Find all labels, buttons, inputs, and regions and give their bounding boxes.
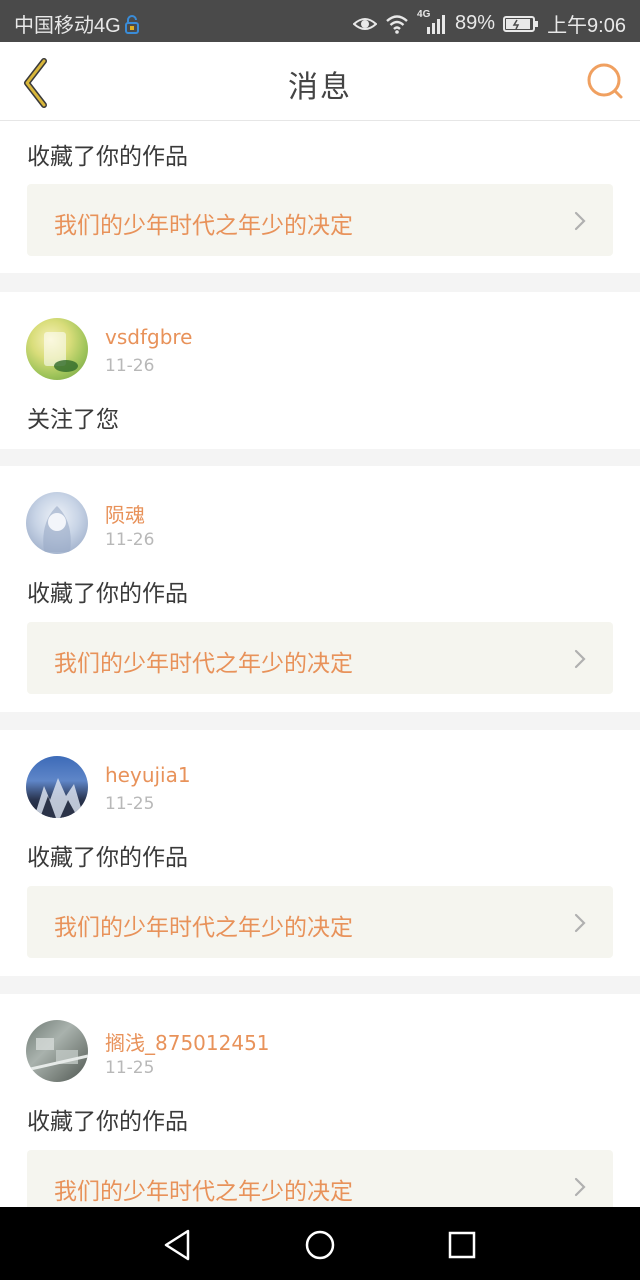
action-text: 收藏了你的作品 xyxy=(27,1109,188,1135)
search-icon[interactable] xyxy=(582,58,628,104)
avatar[interactable] xyxy=(26,318,88,380)
home-circle-icon[interactable] xyxy=(300,1225,340,1265)
page-title: 消息 xyxy=(288,70,352,105)
message-card: 陨魂 11-26 收藏了你的作品 我们的少年时代之年少的决定 xyxy=(0,466,640,712)
eye-icon xyxy=(353,17,378,30)
avatar[interactable] xyxy=(26,756,88,818)
action-text: 收藏了你的作品 xyxy=(27,845,188,871)
work-title: 我们的少年时代之年少的决定 xyxy=(54,915,353,941)
chevron-right-icon xyxy=(574,913,586,933)
work-title: 我们的少年时代之年少的决定 xyxy=(54,1179,353,1205)
message-card: 收藏了你的作品 我们的少年时代之年少的决定 xyxy=(0,121,640,273)
work-link[interactable]: 我们的少年时代之年少的决定 xyxy=(27,886,613,958)
app-header: 消息 xyxy=(0,42,640,121)
work-link[interactable]: 我们的少年时代之年少的决定 xyxy=(27,184,613,256)
work-link[interactable]: 我们的少年时代之年少的决定 xyxy=(27,622,613,694)
chevron-right-icon xyxy=(574,1177,586,1197)
username[interactable]: vsdfgbre xyxy=(105,325,192,349)
system-nav-bar xyxy=(0,1207,640,1280)
clock: 上午9:06 xyxy=(547,15,626,37)
signal-icon: 4G xyxy=(417,9,447,35)
work-link[interactable]: 我们的少年时代之年少的决定 xyxy=(27,1150,613,1207)
timestamp: 11-26 xyxy=(105,530,155,550)
action-text: 收藏了你的作品 xyxy=(27,581,188,607)
work-title: 我们的少年时代之年少的决定 xyxy=(54,213,353,239)
back-triangle-icon[interactable] xyxy=(158,1225,198,1265)
wifi-icon xyxy=(386,14,408,34)
status-bar: 中国移动4G 4G 89% 上午9:06 xyxy=(0,0,640,42)
chevron-right-icon xyxy=(574,211,586,231)
username[interactable]: 搁浅_875012451 xyxy=(105,1027,270,1056)
message-card: heyujia1 11-25 收藏了你的作品 我们的少年时代之年少的决定 xyxy=(0,730,640,976)
timestamp: 11-26 xyxy=(105,356,155,376)
chevron-right-icon xyxy=(574,649,586,669)
username[interactable]: 陨魂 xyxy=(105,499,145,528)
timestamp: 11-25 xyxy=(105,794,155,814)
lock-icon xyxy=(124,14,139,34)
message-card: 搁浅_875012451 11-25 收藏了你的作品 我们的少年时代之年少的决定 xyxy=(0,994,640,1207)
recents-square-icon[interactable] xyxy=(442,1225,482,1265)
action-text: 收藏了你的作品 xyxy=(27,144,188,170)
username[interactable]: heyujia1 xyxy=(105,763,191,787)
battery-percent: 89% xyxy=(455,12,496,34)
avatar[interactable] xyxy=(26,1020,88,1082)
battery-icon xyxy=(503,15,539,32)
action-text: 关注了您 xyxy=(27,407,119,433)
avatar[interactable] xyxy=(26,492,88,554)
message-card: vsdfgbre 11-26 关注了您 xyxy=(0,292,640,449)
carrier-label: 中国移动4G xyxy=(14,15,121,37)
work-title: 我们的少年时代之年少的决定 xyxy=(54,651,353,677)
timestamp: 11-25 xyxy=(105,1058,155,1078)
